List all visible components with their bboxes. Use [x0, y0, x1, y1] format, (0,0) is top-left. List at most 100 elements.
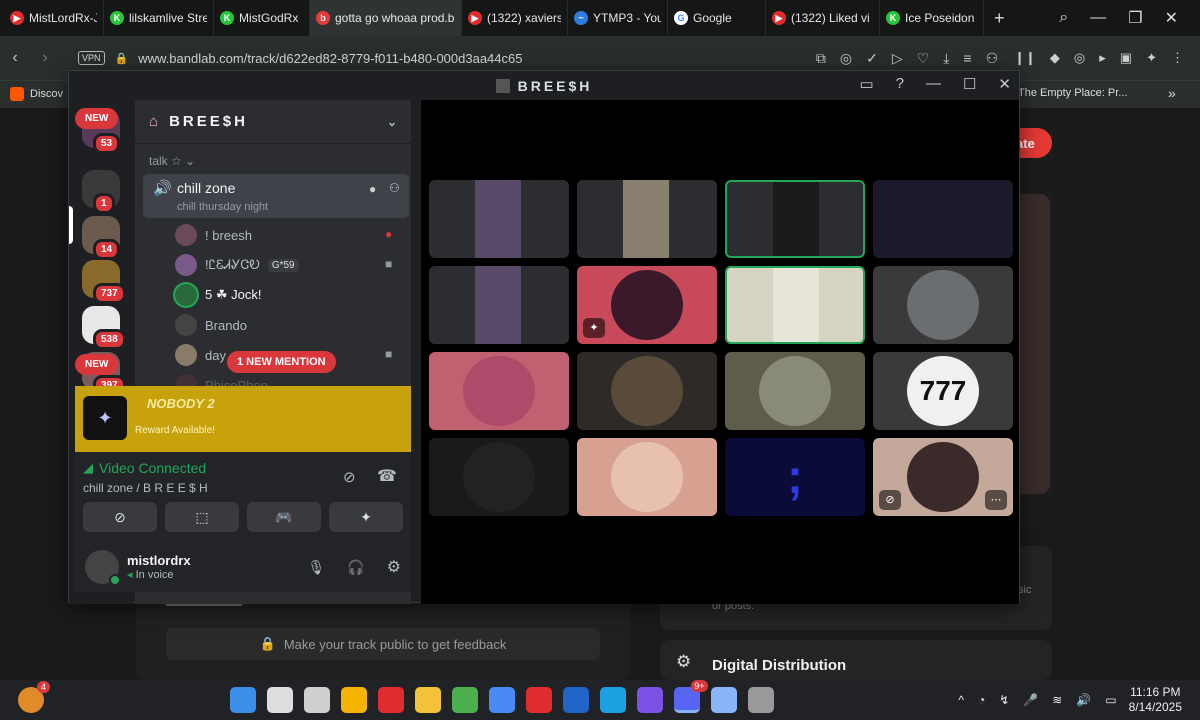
- wifi-icon[interactable]: ≋: [1052, 693, 1062, 707]
- voice-member[interactable]: Brando: [175, 314, 247, 336]
- chat-icon[interactable]: ●: [369, 182, 376, 196]
- new-pill[interactable]: NEW: [75, 108, 119, 129]
- disconnect-icon[interactable]: ☎: [377, 466, 397, 486]
- browser-tab[interactable]: K Ice Poseidon St: [880, 0, 984, 36]
- menu-icon[interactable]: ≡: [963, 50, 971, 67]
- video-tile[interactable]: [873, 266, 1013, 344]
- video-tile[interactable]: [429, 180, 569, 258]
- settings-icon[interactable]: [747, 687, 774, 713]
- minimize-icon[interactable]: —: [1090, 9, 1106, 27]
- new-mention-pill[interactable]: 1 NEW MENTION: [227, 351, 336, 373]
- avatar[interactable]: [85, 550, 121, 586]
- bookmarks-more-button[interactable]: »: [1168, 85, 1176, 101]
- new-tab-button[interactable]: +: [994, 8, 1005, 29]
- video-tile[interactable]: [429, 266, 569, 344]
- settings-icon[interactable]: ⚙: [387, 557, 401, 577]
- volume-icon[interactable]: 🔊: [1076, 693, 1091, 707]
- voice-channel-chill-zone[interactable]: 🔊 chill zone chill thursday night ● ⚇: [143, 174, 409, 218]
- open-page-icon[interactable]: ⧉: [816, 50, 826, 67]
- clock[interactable]: 11:16 PM 8/14/2025: [1129, 685, 1182, 715]
- camera-app-icon[interactable]: [710, 687, 737, 713]
- task-view-icon[interactable]: [303, 687, 330, 713]
- user-info[interactable]: mistlordrx ◂ In voice: [127, 553, 191, 581]
- browser-tab[interactable]: G Google: [668, 0, 766, 36]
- search-tabs-icon[interactable]: ⌕: [1059, 9, 1068, 27]
- check-icon[interactable]: ✓: [866, 50, 878, 67]
- opera-gx-icon[interactable]: [525, 687, 552, 713]
- video-tile[interactable]: [577, 438, 717, 516]
- bookmark-right[interactable]: The Empty Place: Pr...: [1018, 87, 1127, 99]
- maximize-icon[interactable]: ☐: [963, 75, 976, 93]
- battery-saver-icon[interactable]: ↯: [999, 693, 1009, 707]
- feedback-banner[interactable]: 🔒 Make your track public to get feedback: [166, 628, 600, 660]
- ext-more-icon[interactable]: ⋮: [1171, 50, 1184, 66]
- reward-banner[interactable]: ✦ NOBODY 2 Reward Available!: [75, 386, 411, 452]
- voice-member[interactable]: 5 ☘ Jock!: [175, 284, 261, 306]
- chrome-icon[interactable]: [451, 687, 478, 713]
- sync-icon[interactable]: ◔: [978, 693, 985, 707]
- microphone-icon[interactable]: 🎤: [1023, 693, 1038, 707]
- browser-tab[interactable]: b gotta go whoaa prod.ba: [310, 0, 462, 36]
- video-tile[interactable]: ;: [725, 438, 865, 516]
- video-tile[interactable]: 777: [873, 352, 1013, 430]
- minimize-icon[interactable]: —: [926, 75, 941, 93]
- ext-mask-icon[interactable]: ◎: [1074, 50, 1085, 66]
- microphone-icon[interactable]: 🎙: [307, 559, 325, 576]
- ext-twitch-icon[interactable]: ▣: [1120, 50, 1132, 66]
- ext-diamond-icon[interactable]: ◆: [1050, 50, 1060, 66]
- copilot-icon[interactable]: [340, 687, 367, 713]
- close-icon[interactable]: ✕: [998, 75, 1011, 93]
- new-pill[interactable]: NEW: [75, 354, 119, 375]
- video-tile[interactable]: [725, 352, 865, 430]
- activity-button[interactable]: 🎮: [247, 502, 321, 532]
- opera-icon[interactable]: [377, 687, 404, 713]
- video-tile[interactable]: [725, 266, 865, 344]
- add-member-icon[interactable]: ⚇: [389, 181, 400, 195]
- browser-tab[interactable]: ~ YTMP3 - YouTu: [568, 0, 668, 36]
- video-tile[interactable]: [429, 352, 569, 430]
- more-options-icon[interactable]: ⋯: [985, 490, 1007, 510]
- profile-icon[interactable]: ⚇: [986, 50, 999, 67]
- browser-tab[interactable]: ▶ MistLordRx-Jan: [0, 0, 104, 36]
- video-tile[interactable]: [725, 180, 865, 258]
- battery-icon[interactable]: ▭: [1105, 693, 1116, 707]
- video-tile[interactable]: [873, 180, 1013, 258]
- headphones-icon[interactable]: 🎧: [347, 559, 364, 576]
- browser-tab[interactable]: Klilskamlive Stre: [104, 0, 214, 36]
- bookmark-left[interactable]: Discov: [10, 87, 63, 101]
- back-icon[interactable]: ‹: [0, 49, 30, 67]
- soundboard-button[interactable]: ✦: [329, 502, 403, 532]
- camera-icon[interactable]: ◎: [840, 50, 852, 67]
- video-tile[interactable]: ⊘ ⋯: [873, 438, 1013, 516]
- search-icon[interactable]: [266, 687, 293, 713]
- ext-wave-icon[interactable]: ❙❙: [1014, 50, 1036, 66]
- send-icon[interactable]: ▷: [892, 50, 903, 67]
- noise-suppression-icon[interactable]: ⊘: [343, 468, 356, 486]
- video-tile[interactable]: ✦: [577, 266, 717, 344]
- voice-member[interactable]: !ᏝᏋᏗᎽᏣᎧ G*59: [175, 254, 299, 276]
- screen-share-button[interactable]: ⬚: [165, 502, 239, 532]
- voice-member[interactable]: day: [175, 344, 226, 366]
- discord-icon[interactable]: 9+: [673, 680, 708, 713]
- heart-icon[interactable]: ♡: [917, 50, 930, 67]
- forward-icon[interactable]: ›: [30, 49, 60, 67]
- start-icon[interactable]: [229, 687, 256, 713]
- store-icon[interactable]: [488, 687, 515, 713]
- help-icon[interactable]: ?: [896, 75, 904, 93]
- edge-icon[interactable]: [599, 687, 626, 713]
- url-field[interactable]: www.bandlab.com/track/d622ed82-8779-f011…: [138, 51, 522, 66]
- video-tile[interactable]: [577, 180, 717, 258]
- video-tile[interactable]: [577, 352, 717, 430]
- download-icon[interactable]: ⤓: [943, 50, 949, 67]
- browser-tab[interactable]: K MistGodRx: [214, 0, 310, 36]
- voice-member[interactable]: ! breesh: [175, 224, 252, 246]
- inbox-icon[interactable]: ▭: [859, 75, 873, 93]
- outlook-icon[interactable]: [562, 687, 589, 713]
- camera-off-button[interactable]: ⊘: [83, 502, 157, 532]
- file-explorer-icon[interactable]: [414, 687, 441, 713]
- restore-icon[interactable]: ❐: [1128, 8, 1142, 28]
- category-talk[interactable]: talk ☆ ⌄: [135, 144, 411, 168]
- browser-tab[interactable]: ▶ (1322) xavierso: [462, 0, 568, 36]
- vpn-badge[interactable]: VPN: [78, 51, 105, 65]
- server-header[interactable]: ⌂ BREE$H ⌄: [135, 100, 411, 144]
